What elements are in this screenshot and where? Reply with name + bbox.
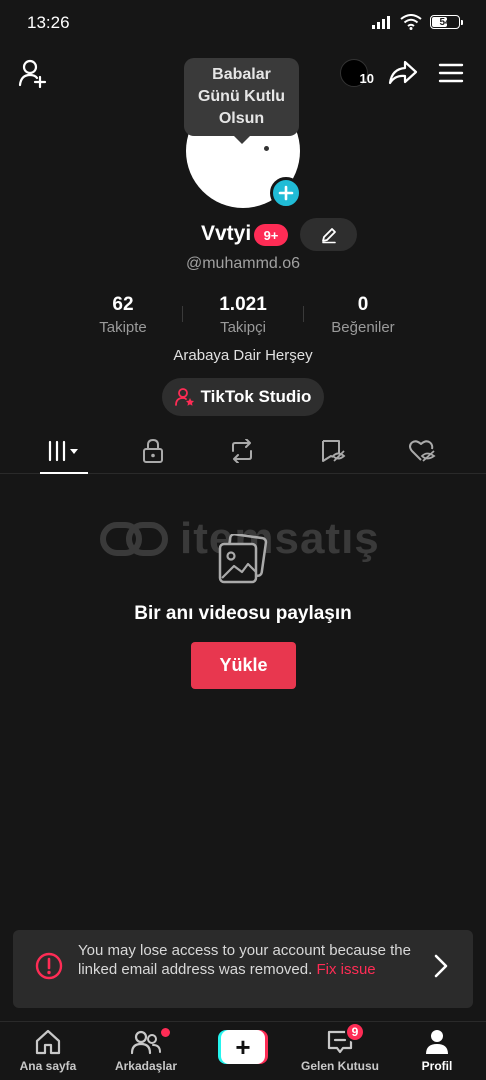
add-avatar-button[interactable] xyxy=(270,177,302,209)
stat-followers[interactable]: 1.021 Takipçi xyxy=(183,294,303,336)
account-alert-banner[interactable]: You may lose access to your account beca… xyxy=(13,930,473,1008)
content-tabs xyxy=(0,428,486,474)
profile-name-row: Vvtyi 9+ xyxy=(0,216,486,252)
profile-handle: @muhammd.o6 xyxy=(185,255,301,272)
tab-reposts[interactable] xyxy=(218,436,266,466)
add-friend-button[interactable] xyxy=(16,56,50,90)
stat-label: Takipçi xyxy=(220,319,266,336)
story-avatar-button[interactable]: 10 xyxy=(334,56,374,90)
active-tab-indicator xyxy=(40,472,88,474)
hamburger-icon xyxy=(438,63,464,83)
bottom-navigation: Ana sayfa Arkadaşlar + 9 Gelen Kutusu Pr… xyxy=(0,1021,486,1080)
share-icon xyxy=(388,60,418,85)
status-time: 13:26 xyxy=(27,13,70,32)
plus-icon: + xyxy=(221,1030,265,1064)
lock-icon xyxy=(143,439,163,463)
nav-profile-label: Profil xyxy=(421,1059,453,1073)
watermark-logo-icon xyxy=(100,522,168,556)
nav-profile[interactable]: Profil xyxy=(392,1028,482,1073)
notification-badge[interactable]: 9+ xyxy=(254,224,288,246)
status-icons: 54 xyxy=(372,14,463,30)
stat-label: Takipte xyxy=(99,319,147,336)
profile-icon xyxy=(426,1030,448,1054)
status-bar: 13:26 54 xyxy=(0,0,486,46)
add-user-icon xyxy=(18,59,47,88)
edit-profile-button[interactable] xyxy=(300,218,357,251)
upload-button[interactable]: Yükle xyxy=(191,642,296,689)
stat-value: 0 xyxy=(357,294,369,315)
stat-following[interactable]: 62 Takipte xyxy=(63,294,183,336)
tooltip-text: Babalar Günü Kutlu Olsun xyxy=(197,66,286,127)
friends-icon xyxy=(131,1030,161,1055)
studio-icon xyxy=(174,388,194,406)
nav-home-label: Ana sayfa xyxy=(19,1059,77,1073)
home-icon xyxy=(35,1029,61,1055)
chevron-right-icon[interactable] xyxy=(431,952,451,980)
stat-label: Beğeniler xyxy=(331,319,395,336)
profile-username: Vvtyi xyxy=(201,222,252,245)
story-count: 10 xyxy=(359,71,374,86)
status-tooltip[interactable]: Babalar Günü Kutlu Olsun xyxy=(184,58,299,144)
tab-videos[interactable] xyxy=(40,436,88,466)
profile-bio: Arabaya Dair Herşey xyxy=(173,347,313,364)
signal-icon xyxy=(372,16,390,29)
profile-stats: 62 Takipte 1.021 Takipçi 0 Beğeniler xyxy=(0,294,486,338)
grid-icon xyxy=(48,440,78,462)
nav-friends-label: Arkadaşlar xyxy=(114,1059,178,1073)
wifi-icon xyxy=(400,14,422,30)
pencil-icon xyxy=(321,227,336,243)
battery-icon: 54 xyxy=(430,15,463,29)
nav-inbox[interactable]: 9 Gelen Kutusu xyxy=(295,1022,385,1073)
tiktok-studio-button[interactable]: TikTok Studio xyxy=(162,378,324,416)
battery-level: 54 xyxy=(439,16,451,28)
stat-value: 62 xyxy=(112,294,134,315)
share-profile-button[interactable] xyxy=(386,56,420,90)
alert-message: You may lose access to your account beca… xyxy=(78,941,423,979)
heart-hidden-icon xyxy=(409,440,436,462)
photos-icon xyxy=(218,534,268,584)
menu-button[interactable] xyxy=(434,56,468,90)
warning-icon xyxy=(35,952,63,980)
repost-icon xyxy=(232,439,252,463)
nav-friends[interactable]: Arkadaşlar xyxy=(101,1028,191,1073)
fix-issue-link[interactable]: Fix issue xyxy=(316,961,375,978)
empty-state-title: Bir anı videosu paylaşın xyxy=(134,603,352,624)
stat-likes[interactable]: 0 Beğeniler xyxy=(303,294,423,336)
inbox-count-badge: 9 xyxy=(345,1022,365,1042)
bookmark-hidden-icon xyxy=(322,440,346,462)
nav-home[interactable]: Ana sayfa xyxy=(3,1028,93,1073)
tab-favorites[interactable] xyxy=(309,436,357,466)
tiktok-studio-label: TikTok Studio xyxy=(200,387,312,406)
create-post-button[interactable]: + xyxy=(218,1030,268,1064)
tab-liked[interactable] xyxy=(398,436,446,466)
plus-icon xyxy=(278,185,294,201)
friends-notification-dot xyxy=(161,1028,170,1037)
nav-inbox-label: Gelen Kutusu xyxy=(300,1059,379,1073)
stat-value: 1.021 xyxy=(219,294,267,315)
watermark-text: itemsatış xyxy=(180,514,380,563)
tab-private[interactable] xyxy=(129,436,177,466)
